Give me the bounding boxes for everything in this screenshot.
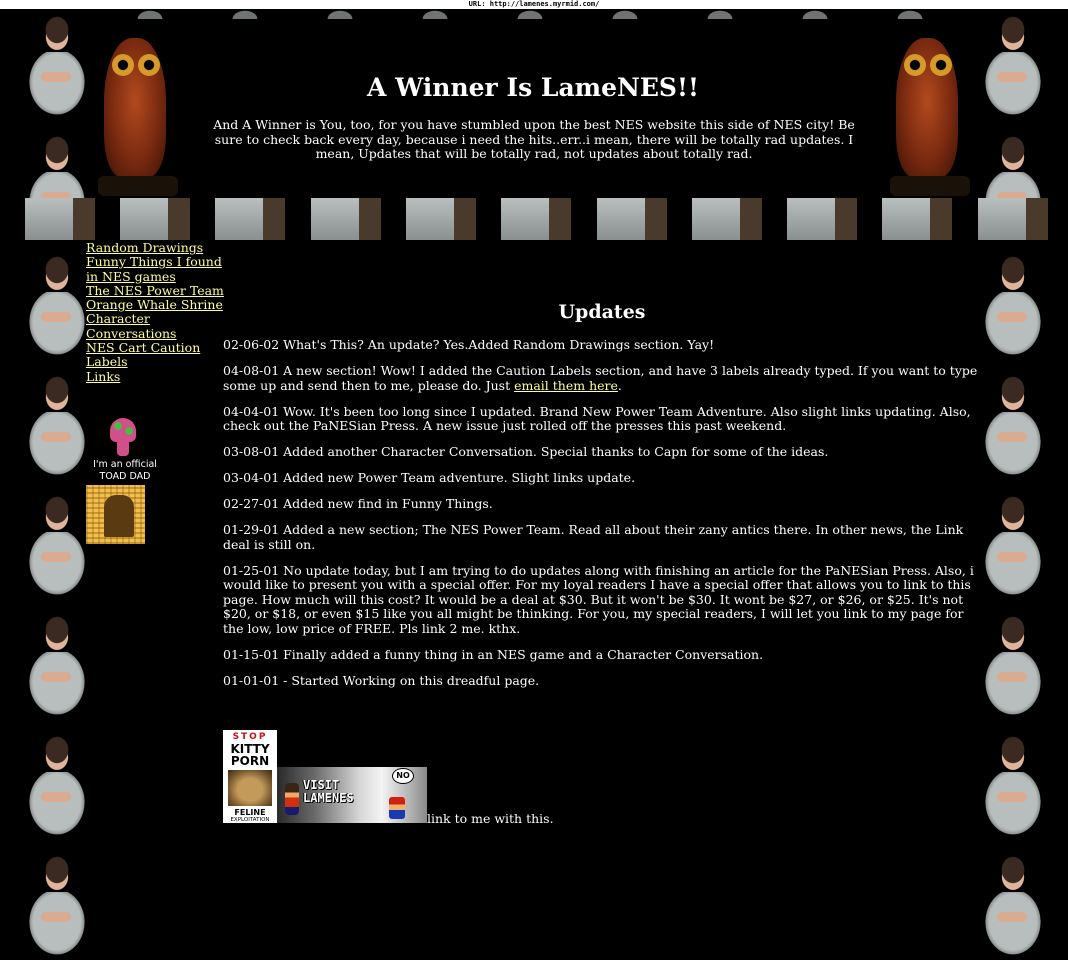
background-photo xyxy=(27,10,85,120)
update-entry: 01-01-01 - Started Working on this dread… xyxy=(223,672,540,688)
url-bar: URL: http://lamenes.myrmid.com/ xyxy=(0,0,1068,9)
pixel-mario-icon xyxy=(389,797,405,819)
email-link[interactable]: email them here xyxy=(514,378,618,393)
background-photo xyxy=(27,490,85,600)
owl-lamp-right xyxy=(884,30,980,198)
visit-lamenes-banner[interactable]: VISIT LAMENES NO xyxy=(277,767,427,823)
background-photo xyxy=(27,370,85,480)
update-entry: 04-08-01 A new section! Wow! I added the… xyxy=(223,363,983,393)
belly-tile xyxy=(978,198,1048,240)
background-photo xyxy=(983,490,1041,600)
kitty-line4: FELINE xyxy=(234,808,266,817)
updates-heading: Updates xyxy=(558,301,646,323)
belly-tile xyxy=(597,198,667,240)
sidebar-nav: Random Drawings Funny Things I found in … xyxy=(86,240,226,384)
background-photo xyxy=(27,730,85,840)
update-entry: 02-27-01 Added new find in Funny Things. xyxy=(223,496,493,511)
cat-icon xyxy=(228,770,272,806)
update-entry: 02-06-02 What's This? An update? Yes.Add… xyxy=(223,337,715,352)
update-entry: 01-29-01 Added a new section; The NES Po… xyxy=(223,522,964,552)
background-photo xyxy=(983,730,1041,840)
update-entry: 04-04-01 Wow. It's been too long since I… xyxy=(223,403,971,433)
head-tile xyxy=(420,9,450,19)
belly-tile xyxy=(882,198,952,240)
belly-tile xyxy=(692,198,762,240)
nav-power-team[interactable]: The NES Power Team xyxy=(86,283,226,298)
head-tile xyxy=(895,9,925,19)
kitty-line5: EXPLOITATION xyxy=(230,817,270,823)
pixel-stamp-badge[interactable] xyxy=(86,485,145,544)
background-photo xyxy=(983,10,1041,120)
owl-lamp-left xyxy=(92,30,188,198)
head-tile xyxy=(325,9,355,19)
background-photo xyxy=(27,250,85,360)
nav-random-drawings[interactable]: Random Drawings xyxy=(86,240,226,255)
update-entry: 03-04-01 Added new Power Team adventure.… xyxy=(223,470,636,485)
head-tile xyxy=(135,9,165,19)
link-to-me-text: link to me with this. xyxy=(427,811,554,826)
background-photo xyxy=(983,370,1041,480)
visit-banner-text: VISIT LAMENES xyxy=(303,778,354,805)
update-entry: 01-15-01 Finally added a funny thing in … xyxy=(223,646,764,662)
speech-bubble: NO xyxy=(393,769,413,783)
nav-funny-things[interactable]: Funny Things I found in NES games xyxy=(86,255,226,284)
belly-tile xyxy=(120,198,190,240)
toad-dad-badge[interactable]: I'm an official TOAD DAD xyxy=(86,416,164,484)
nav-character-conversations[interactable]: Character Conversations xyxy=(86,312,226,341)
update-entry: 03-08-01 Added another Character Convers… xyxy=(223,444,829,459)
mushroom-icon xyxy=(110,418,136,458)
head-tile xyxy=(800,9,830,19)
background-photo xyxy=(27,850,85,960)
background-photo xyxy=(27,610,85,720)
nav-links[interactable]: Links xyxy=(86,369,226,384)
head-tile xyxy=(610,9,640,19)
belly-tile xyxy=(787,198,857,240)
background-photo xyxy=(983,250,1041,360)
belly-tile xyxy=(311,198,381,240)
stop-kitty-banner[interactable]: STOP KITTY PORN FELINE EXPLOITATION xyxy=(223,730,277,823)
head-tile xyxy=(515,9,545,19)
kitty-line3: PORN xyxy=(230,754,270,768)
belly-tile xyxy=(501,198,571,240)
toad-badge-line2: TOAD DAD xyxy=(99,470,151,482)
update-entry: 01-25-01 No update today, but I am tryin… xyxy=(223,562,974,636)
belly-tile xyxy=(215,198,285,240)
pixel-hero-icon xyxy=(285,783,299,815)
nav-orange-whale[interactable]: Orange Whale Shrine xyxy=(86,297,226,312)
head-tile xyxy=(230,9,260,19)
belly-tile xyxy=(406,198,476,240)
head-tile xyxy=(705,9,735,19)
page-title: A Winner Is LameNES!! xyxy=(367,73,699,102)
toad-badge-line1: I'm an official xyxy=(93,459,157,470)
background-photo xyxy=(983,610,1041,720)
background-photo xyxy=(983,850,1041,960)
intro-text: And A Winner is You, too, for you have s… xyxy=(213,117,855,161)
updates-list: 02-06-02 What's This? An update? Yes.Add… xyxy=(223,337,983,700)
belly-tile xyxy=(25,198,95,240)
nav-caution-labels[interactable]: NES Cart Caution Labels xyxy=(86,341,226,370)
update-entry-tail: . xyxy=(617,377,622,393)
